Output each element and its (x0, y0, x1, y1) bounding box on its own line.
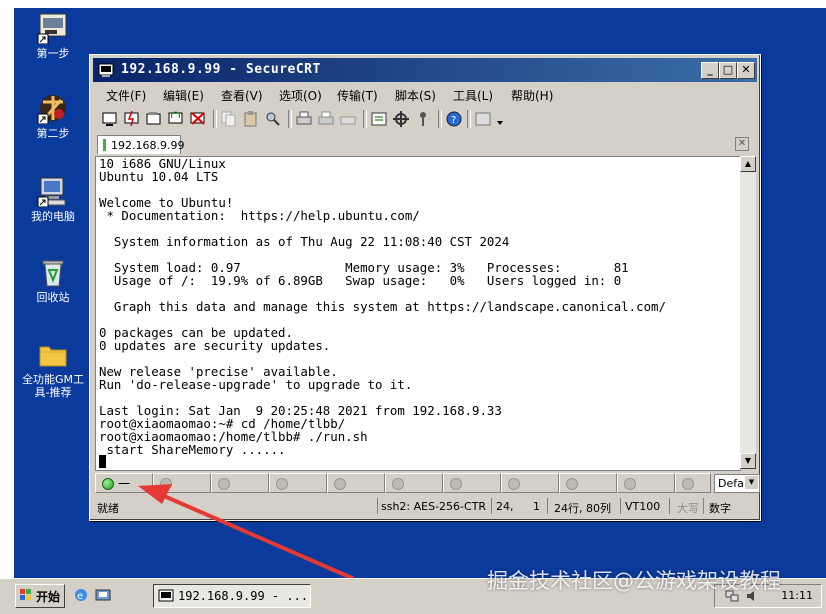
svg-text:e: e (77, 591, 83, 602)
show-desktop-icon[interactable] (95, 587, 111, 603)
taskbar-clock: 11:11 (781, 589, 813, 602)
internet-explorer-icon[interactable]: e (73, 587, 89, 603)
taskbar-app-securecrt[interactable]: 192.168.9.99 - ... (153, 584, 311, 608)
start-button[interactable]: 开始 (15, 584, 65, 608)
watermark-text: 掘金技术社区@公游戏架设教程 (487, 569, 781, 593)
securecrt-app-icon (158, 588, 174, 604)
taskbar-app-label: 192.168.9.99 - ... (178, 589, 309, 603)
annotation-arrow (138, 484, 354, 580)
start-label: 开始 (36, 590, 61, 604)
windows-flag-icon (20, 589, 32, 601)
desktop: 第一步 第二步 我的电脑 回收站 全功能GM工具-推荐 192.168.9.99… (0, 0, 826, 614)
